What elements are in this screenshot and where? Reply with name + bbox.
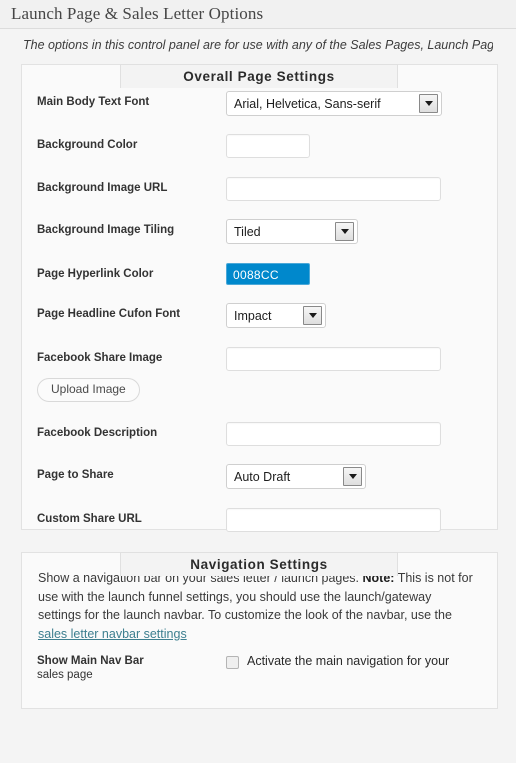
select-main-body-font[interactable]: Arial, Helvetica, Sans-serif xyxy=(226,91,442,116)
field-row-facebook-description: Facebook Description xyxy=(22,402,497,446)
input-page-hyperlink-color[interactable]: 0088CC xyxy=(226,263,310,285)
field-row-page-headline-font: Page Headline Cufon Font Impact xyxy=(22,285,497,328)
select-page-headline-font[interactable]: Impact xyxy=(226,303,326,328)
field-row-page-hyperlink-color: Page Hyperlink Color 0088CC xyxy=(22,244,497,285)
field-row-background-image-tiling: Background Image Tiling Tiled xyxy=(22,201,497,244)
field-row-facebook-share-image: Facebook Share Image xyxy=(22,328,497,371)
input-facebook-description[interactable] xyxy=(226,422,441,446)
label-page-headline-font: Page Headline Cufon Font xyxy=(37,308,181,320)
label-facebook-description: Facebook Description xyxy=(37,427,158,439)
input-background-color[interactable] xyxy=(226,134,310,158)
section-overall-page-settings: Overall Page Settings Main Body Text Fon… xyxy=(21,64,498,532)
checkbox-label-activate-main-navigation: Activate the main navigation for your xyxy=(247,654,450,668)
label-background-image-url: Background Image URL xyxy=(37,182,168,194)
label-show-main-nav-bar-bold: Show Main Nav Bar xyxy=(37,655,144,667)
field-row-background-image-url: Background Image URL xyxy=(22,158,497,201)
upload-image-button[interactable]: Upload Image xyxy=(37,378,140,402)
label-page-hyperlink-color: Page Hyperlink Color xyxy=(37,268,154,280)
input-background-image-url[interactable] xyxy=(226,177,441,201)
field-row-page-to-share: Page to Share Auto Draft xyxy=(22,446,497,489)
select-page-headline-font-value: Impact xyxy=(234,308,272,323)
sales-letter-navbar-settings-link[interactable]: sales letter navbar settings xyxy=(38,627,187,641)
label-background-color: Background Color xyxy=(37,139,138,151)
section-navigation-settings: Navigation Settings Show a navigation ba… xyxy=(21,552,498,709)
input-custom-share-url[interactable] xyxy=(226,508,441,532)
select-background-image-tiling[interactable]: Tiled xyxy=(226,219,358,244)
field-row-custom-share-url: Custom Share URL xyxy=(22,489,497,532)
chevron-down-icon[interactable] xyxy=(343,467,362,486)
field-row-upload-image: Upload Image xyxy=(22,371,497,402)
label-show-main-nav-bar-regular: sales page xyxy=(37,669,93,681)
checkbox-activate-main-navigation[interactable] xyxy=(226,656,239,669)
label-background-image-tiling: Background Image Tiling xyxy=(37,224,175,236)
field-row-show-main-nav-bar: Show Main Nav Bar sales page Activate the… xyxy=(22,643,497,682)
panel-intro-text: The options in this control panel are fo… xyxy=(23,38,493,52)
chevron-down-icon[interactable] xyxy=(335,222,354,241)
section-body-overall: Main Body Text Font Arial, Helvetica, Sa… xyxy=(21,64,498,532)
select-background-image-tiling-value: Tiled xyxy=(234,224,261,239)
section-header-navigation: Navigation Settings xyxy=(120,552,398,576)
input-facebook-share-image[interactable] xyxy=(226,347,441,371)
label-page-to-share: Page to Share xyxy=(37,469,114,481)
section-header-overall: Overall Page Settings xyxy=(120,64,398,88)
label-show-main-nav-bar: Show Main Nav Bar sales page xyxy=(37,654,226,682)
select-main-body-font-value: Arial, Helvetica, Sans-serif xyxy=(234,96,381,111)
label-main-body-font: Main Body Text Font xyxy=(37,96,150,108)
select-page-to-share[interactable]: Auto Draft xyxy=(226,464,366,489)
select-page-to-share-value: Auto Draft xyxy=(234,469,291,484)
label-custom-share-url: Custom Share URL xyxy=(37,513,142,525)
field-row-background-color: Background Color xyxy=(22,116,497,158)
page-title: Launch Page & Sales Letter Options xyxy=(11,4,264,23)
window-title-bar: Launch Page & Sales Letter Options xyxy=(0,0,516,29)
chevron-down-icon[interactable] xyxy=(303,306,322,325)
chevron-down-icon[interactable] xyxy=(419,94,438,113)
label-facebook-share-image: Facebook Share Image xyxy=(37,352,163,364)
